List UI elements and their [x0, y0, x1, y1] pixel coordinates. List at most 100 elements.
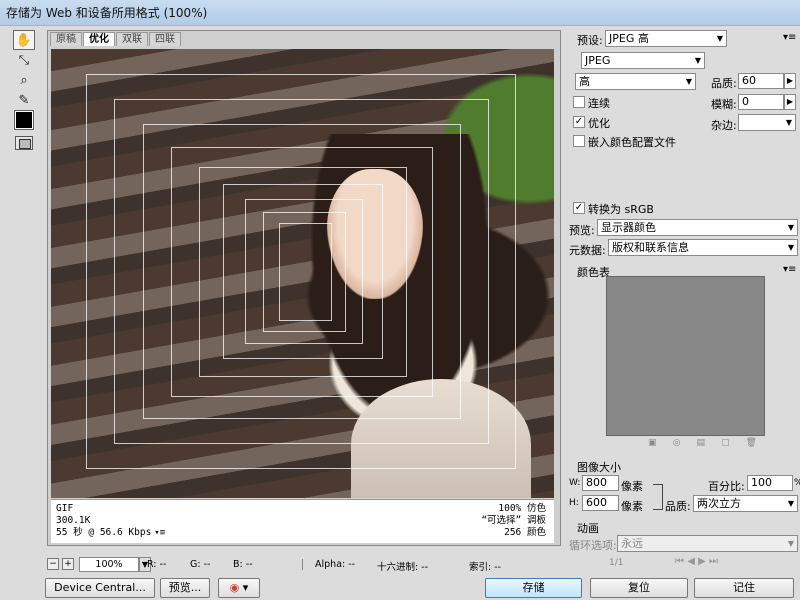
blur-field[interactable]: 0 [738, 94, 784, 110]
status-bar: − + 100% ▼ R: -- G: -- B: -- Alpha: -- 十… [47, 556, 561, 576]
slice-select-tool-icon[interactable]: ⤡ [13, 50, 35, 70]
save-button[interactable]: 存储 [485, 578, 582, 598]
animation-controls: ⏮ ◀ ▶ ⏭ [675, 556, 718, 567]
file-size-readout: 300.1K [56, 515, 91, 526]
embed-profile-checkbox[interactable] [573, 135, 585, 147]
progressive-checkbox[interactable] [573, 96, 585, 108]
preview-image[interactable] [51, 49, 554, 498]
loop-label: 循环选项: [569, 539, 617, 552]
metadata-select[interactable]: 版权和联系信息 ▼ [608, 239, 798, 256]
first-frame-icon[interactable]: ⏮ [675, 556, 684, 567]
percent-unit: % [794, 478, 800, 488]
tool-palette: ✋ ⤡ ⌕ ✎ [10, 28, 38, 158]
device-central-button[interactable]: Device Central... [45, 578, 155, 598]
preview-canvas-frame: 原稿 优化 双联 四联 GIF 300.1K 55 秒 @ 56.6 Kbps ▾… [47, 30, 561, 546]
preview-select[interactable]: 显示器颜色 ▼ [597, 219, 798, 236]
index-readout: 索引: -- [469, 562, 502, 573]
color-table-menu-icon[interactable]: ▾≡ [783, 264, 796, 275]
eyedropper-color-swatch[interactable] [14, 110, 34, 130]
height-label: H: [569, 498, 579, 508]
metadata-label: 元数据: [569, 244, 606, 257]
window-title: 存储为 Web 和设备所用格式 (100%) [0, 0, 800, 26]
preview-label: 预览: [569, 224, 595, 237]
color-table-actions: ▣ ◎ ▤ ▢ 🗑 [640, 438, 765, 450]
format-readout: GIF [56, 503, 74, 514]
convert-srgb-label: 转换为 sRGB [588, 203, 654, 216]
format-select[interactable]: JPEG ▼ [581, 52, 705, 69]
quality-preset-select[interactable]: 高 ▼ [575, 73, 696, 90]
dither-readout: 100% 仿色 [498, 503, 546, 514]
animation-title: 动画 [577, 522, 599, 535]
settings-panel: 预设: JPEG 高 ▼ ▾≡ JPEG ▼ 高 ▼ 品质: 60 ▶ 连续 模糊: … [565, 26, 800, 578]
new-color-icon[interactable]: ▢ [721, 438, 730, 450]
quality-preset-value: 高 [579, 75, 590, 88]
remember-button[interactable]: 记住 [694, 578, 794, 598]
delete-color-icon[interactable]: 🗑 [746, 438, 757, 450]
height-field[interactable]: 600 [582, 495, 619, 511]
map-to-transparent-icon[interactable]: ▣ [648, 438, 657, 450]
dialog-button-bar: Device Central... 预览... ◉ ▾ 存储 复位 记住 [0, 578, 800, 600]
settings-menu-icon[interactable]: ▾≡ [783, 32, 796, 43]
slice-outline [279, 223, 332, 321]
blur-label: 模糊: [711, 98, 737, 111]
progressive-label: 连续 [588, 97, 610, 110]
metadata-value: 版权和联系信息 [612, 241, 689, 254]
reset-button[interactable]: 复位 [590, 578, 688, 598]
matte-label: 杂边: [711, 119, 737, 132]
palette-readout: “可选择” 调板 [481, 515, 546, 526]
resample-quality-value: 两次立方 [697, 497, 741, 510]
preview-button[interactable]: 预览... [160, 578, 210, 598]
tab-4-up[interactable]: 四联 [149, 32, 181, 46]
zoom-out-button[interactable]: − [47, 558, 59, 570]
matte-select[interactable]: ▼ [738, 114, 796, 131]
resample-quality-select[interactable]: 两次立方 ▼ [693, 495, 798, 512]
optimization-info: GIF 300.1K 55 秒 @ 56.6 Kbps ▾≡ 100% 仿色 “可… [51, 499, 554, 543]
toggle-slices-visibility-icon[interactable] [15, 136, 33, 150]
preset-label: 预设: [577, 34, 603, 47]
optimized-label: 优化 [588, 117, 610, 130]
convert-srgb-checkbox[interactable]: ✓ [573, 202, 585, 214]
preset-value: JPEG 高 [609, 32, 649, 45]
lock-color-icon[interactable]: ▤ [696, 438, 705, 450]
format-value: JPEG [585, 54, 611, 67]
quality-label: 品质: [711, 77, 737, 90]
blur-slider-arrow-icon[interactable]: ▶ [784, 94, 796, 110]
percent-field[interactable]: 100 [747, 475, 793, 491]
color-table[interactable] [606, 276, 765, 436]
preview-value: 显示器颜色 [601, 221, 656, 234]
optimized-checkbox[interactable]: ✓ [573, 116, 585, 128]
browser-icon: ◉ [229, 581, 240, 594]
quality-field[interactable]: 60 [738, 73, 784, 89]
hex-readout: 十六进制: -- [377, 562, 429, 573]
loop-select[interactable]: 永远 ▼ [617, 535, 798, 552]
web-shift-icon[interactable]: ◎ [673, 438, 681, 450]
embed-profile-label: 嵌入颜色配置文件 [588, 136, 676, 149]
zoom-level-field[interactable]: 100% [79, 557, 139, 572]
hand-tool-icon[interactable]: ✋ [13, 30, 35, 50]
preset-select[interactable]: JPEG 高 ▼ [605, 30, 727, 47]
zoom-in-button[interactable]: + [62, 558, 74, 570]
percent-label: 百分比: [708, 480, 745, 493]
height-unit: 像素 [621, 500, 643, 513]
constrain-proportions-link-icon[interactable] [653, 484, 663, 510]
red-readout: R: -- [147, 559, 167, 570]
width-field[interactable]: 800 [582, 475, 619, 491]
zoom-tool-icon[interactable]: ⌕ [13, 70, 35, 90]
image-size-title: 图像大小 [577, 461, 621, 474]
tab-2-up[interactable]: 双联 [116, 32, 148, 46]
browser-preview-button[interactable]: ◉ ▾ [218, 578, 260, 598]
view-tabs: 原稿 优化 双联 四联 [50, 32, 182, 46]
green-readout: G: -- [190, 559, 211, 570]
download-time-readout: 55 秒 @ 56.6 Kbps [56, 527, 152, 538]
quality-slider-arrow-icon[interactable]: ▶ [784, 73, 796, 89]
previous-frame-icon[interactable]: ◀ [687, 556, 695, 567]
next-frame-icon[interactable]: ⏭ [709, 556, 718, 567]
blue-readout: B: -- [233, 559, 253, 570]
play-icon[interactable]: ▶ [698, 556, 706, 567]
tab-optimized[interactable]: 优化 [83, 32, 115, 46]
tab-original[interactable]: 原稿 [50, 32, 82, 46]
frame-counter: 1/1 [609, 558, 624, 568]
eyedropper-tool-icon[interactable]: ✎ [13, 90, 35, 110]
download-speed-menu-icon[interactable]: ▾≡ [154, 528, 165, 538]
alpha-readout: Alpha: -- [302, 559, 355, 570]
